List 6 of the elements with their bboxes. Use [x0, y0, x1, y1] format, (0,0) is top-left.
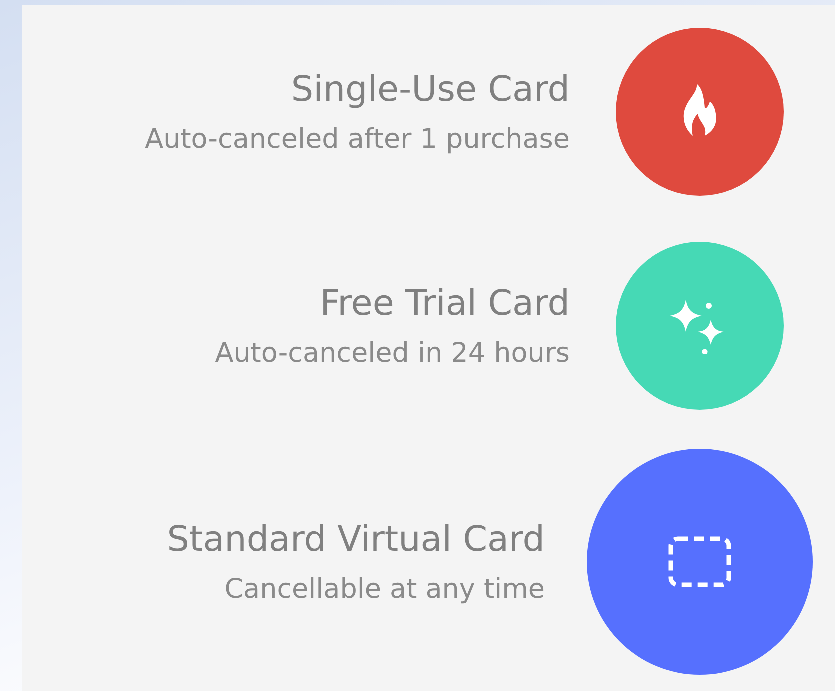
- card-type-title: Single-Use Card: [291, 70, 570, 110]
- card-type-title: Standard Virtual Card: [167, 520, 545, 560]
- card-type-description: Auto-canceled in 24 hours: [215, 338, 570, 368]
- card-type-title: Free Trial Card: [320, 284, 570, 324]
- card-type-description: Auto-canceled after 1 purchase: [145, 124, 570, 154]
- card-type-description: Cancellable at any time: [224, 574, 545, 604]
